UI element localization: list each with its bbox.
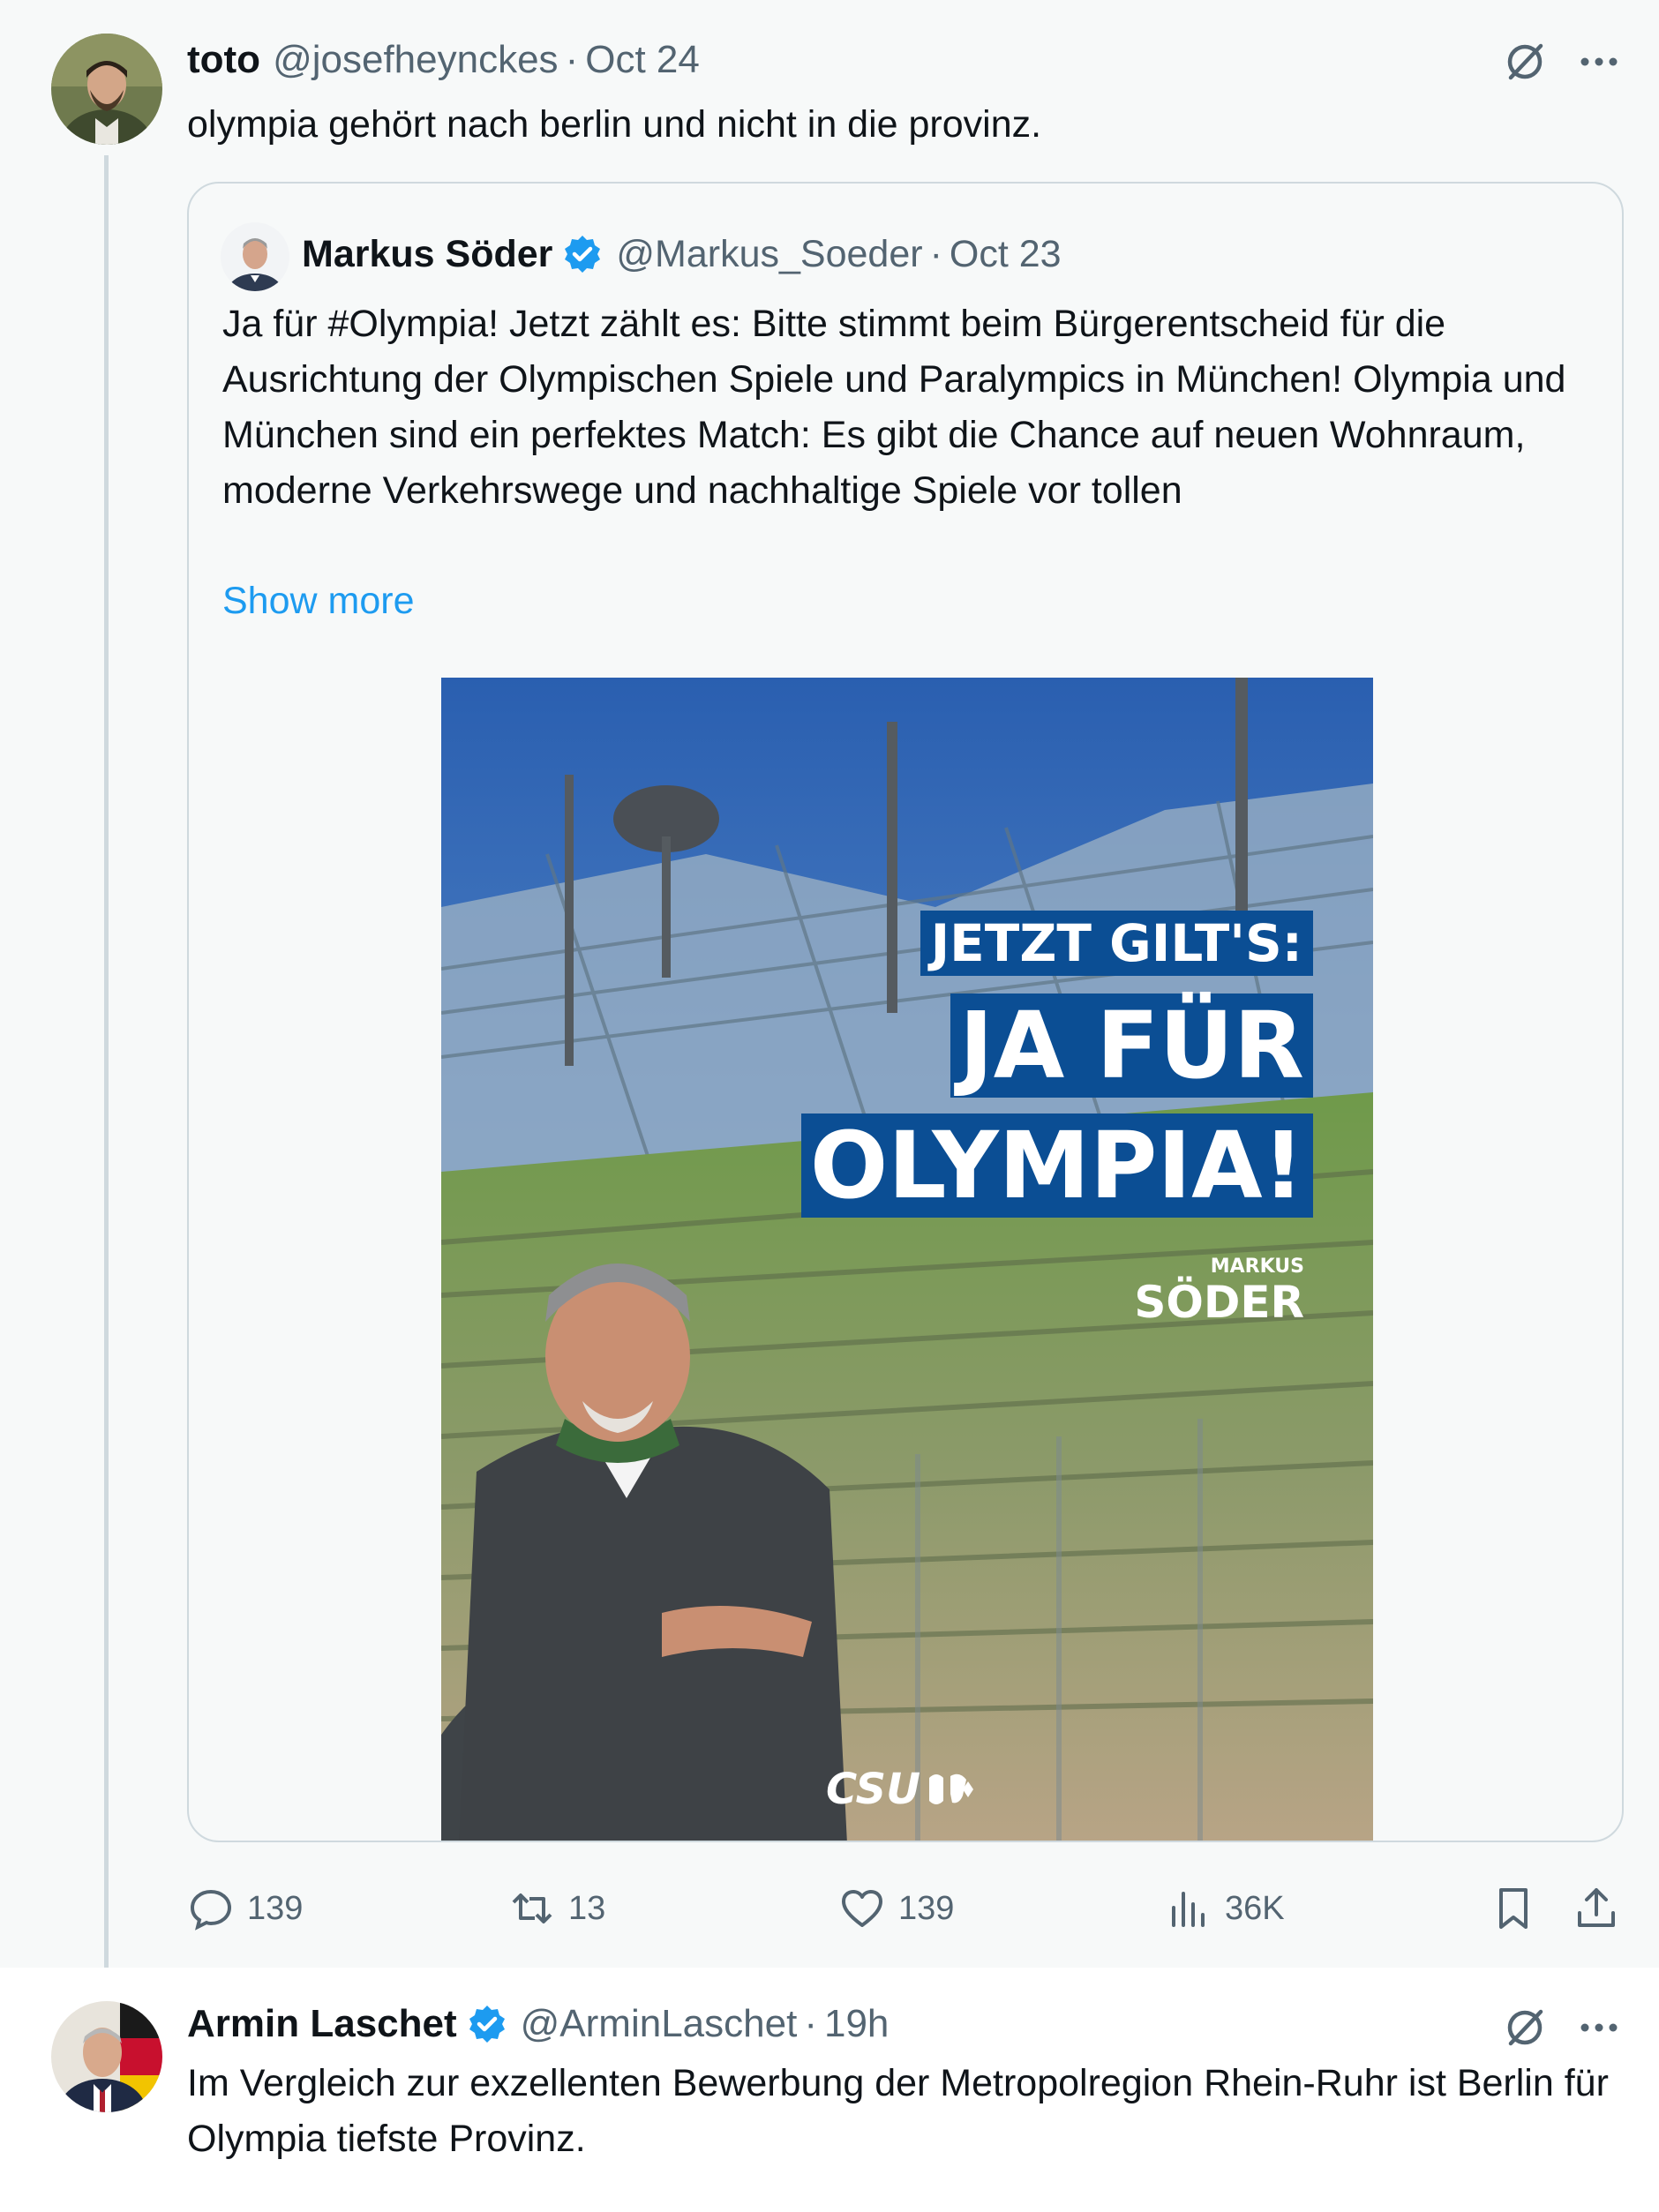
avatar-toto[interactable] bbox=[51, 34, 162, 145]
signature-first-name: MARKUS bbox=[1210, 1256, 1304, 1278]
bookmark-icon bbox=[1499, 1888, 1528, 1929]
author-handle[interactable]: @josefheynckes bbox=[273, 35, 559, 85]
poster-headline-line3: OLYMPIA! bbox=[800, 1113, 1313, 1218]
signature-last-name: SÖDER bbox=[1134, 1277, 1304, 1328]
tweet-armin-laschet[interactable]: Armin Laschet @ArminLaschet · 19h Im Ver… bbox=[0, 1968, 1659, 2212]
like-button[interactable]: 139 bbox=[838, 1878, 954, 1939]
quoted-author-handle[interactable]: @Markus_Soeder bbox=[616, 229, 922, 279]
separator-dot: · bbox=[929, 233, 942, 275]
tweet-action-bar: 139 13 139 36K bbox=[187, 1878, 1624, 1939]
more-icon[interactable] bbox=[1574, 2003, 1624, 2052]
reply-icon bbox=[190, 1889, 232, 1931]
poster-headline-line1: JETZT GILT'S: bbox=[920, 911, 1313, 976]
repost-count: 13 bbox=[568, 1889, 606, 1927]
quoted-tweet-image[interactable]: JETZT GILT'S: JA FÜR OLYMPIA! MARKUS SÖD… bbox=[441, 678, 1373, 1841]
lion-crest-icon bbox=[929, 1773, 974, 1804]
csu-logo-text: CSU bbox=[826, 1765, 921, 1814]
quoted-tweet-header: Markus Söder @Markus_Soeder · Oct 23 bbox=[302, 229, 1062, 279]
more-icon[interactable] bbox=[1574, 37, 1624, 86]
tweet-text: olympia gehört nach berlin und nicht in … bbox=[187, 103, 1042, 146]
tweet-corner-actions bbox=[1500, 37, 1624, 86]
separator-dot: · bbox=[565, 38, 579, 81]
avatar-armin-laschet[interactable] bbox=[51, 2001, 162, 2112]
thread-connector-line bbox=[104, 155, 109, 1991]
reply-count: 139 bbox=[247, 1889, 304, 1927]
quoted-author-name[interactable]: Markus Söder bbox=[302, 229, 552, 279]
author-name[interactable]: toto bbox=[187, 35, 260, 85]
quoted-tweet-text: Ja für #Olympia! Jetzt zählt es: Bitte s… bbox=[222, 303, 1566, 512]
reply-button[interactable]: 139 bbox=[187, 1878, 303, 1939]
views-icon bbox=[1172, 1892, 1205, 1927]
author-handle[interactable]: @ArminLaschet bbox=[521, 1999, 798, 2049]
quoted-tweet-time[interactable]: Oct 23 bbox=[950, 229, 1062, 279]
tweet-time[interactable]: Oct 24 bbox=[585, 35, 700, 85]
poster-signature: MARKUS SÖDER bbox=[1134, 1256, 1304, 1328]
poster-headline-line2: JA FÜR bbox=[950, 994, 1313, 1098]
avatar-markus-soeder[interactable] bbox=[221, 222, 289, 291]
share-icon bbox=[1578, 1888, 1615, 1927]
repost-button[interactable]: 13 bbox=[508, 1878, 605, 1939]
tweet-time[interactable]: 19h bbox=[824, 1999, 889, 2049]
share-button[interactable] bbox=[1573, 1878, 1620, 1939]
tweet-header: toto @josefheynckes · Oct 24 bbox=[187, 35, 700, 85]
grok-icon[interactable] bbox=[1500, 2003, 1550, 2052]
tweet-toto[interactable]: toto @josefheynckes · Oct 24 olympia geh… bbox=[0, 0, 1659, 1968]
like-icon bbox=[842, 1890, 882, 1927]
show-more-link[interactable]: Show more bbox=[222, 575, 414, 626]
bookmark-button[interactable] bbox=[1490, 1878, 1537, 1939]
verified-badge-icon bbox=[466, 2003, 508, 2045]
views-button[interactable]: 36K bbox=[1165, 1878, 1285, 1939]
separator-dot: · bbox=[804, 2002, 817, 2045]
views-count: 36K bbox=[1225, 1889, 1285, 1927]
verified-badge-icon bbox=[561, 233, 604, 275]
grok-icon[interactable] bbox=[1500, 37, 1550, 86]
tweet-text: Im Vergleich zur exzellenten Bewerbung d… bbox=[187, 2062, 1609, 2160]
quoted-tweet[interactable]: Markus Söder @Markus_Soeder · Oct 23 Ja … bbox=[187, 182, 1624, 1842]
tweet-corner-actions bbox=[1500, 2003, 1624, 2052]
tweet-header: Armin Laschet @ArminLaschet · 19h bbox=[187, 1999, 889, 2049]
repost-icon bbox=[512, 1893, 552, 1923]
author-name[interactable]: Armin Laschet bbox=[187, 1999, 457, 2049]
like-count: 139 bbox=[898, 1889, 955, 1927]
csu-logo: CSU bbox=[826, 1765, 974, 1814]
